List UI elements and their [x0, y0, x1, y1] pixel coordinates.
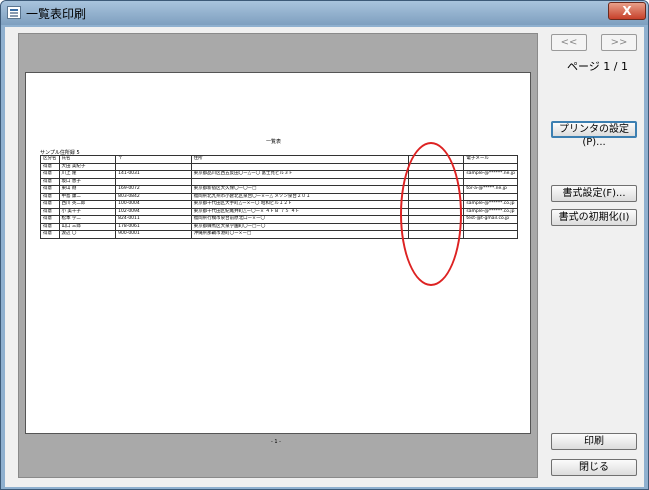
print-button[interactable]: 印刷	[551, 433, 637, 450]
printer-settings-button[interactable]: プリンタの設定(P)...	[551, 121, 637, 148]
table-cell: 東京都新宿区大久保〇ー〇ー□	[190, 185, 409, 194]
header-cell: 区分名	[40, 155, 60, 164]
table-cell: 100-0004	[115, 200, 192, 209]
page-number: - 1 -	[271, 439, 281, 445]
table-cell: sample-@******.ne.jp	[463, 170, 518, 179]
page-indicator: ページ 1 / 1	[567, 60, 628, 73]
table-cell: 渡辺 〇	[58, 230, 117, 239]
table-cell: 福岡県行橋市泉台前原北口ー×ー〇	[190, 215, 409, 224]
header-cell: 〒	[115, 155, 192, 164]
table-cell: 900-0001	[115, 230, 192, 239]
table-cell: sample-@******.co.jp	[463, 200, 518, 209]
table-cell: 得意	[40, 185, 60, 194]
table-cell: 得意	[40, 230, 60, 239]
format-reset-button[interactable]: 書式の初期化(I)	[551, 209, 637, 226]
table-cell	[190, 162, 409, 171]
table-cell: 坂口 恵子	[58, 177, 117, 186]
table-cell	[463, 162, 518, 171]
table-cell: 178-0061	[115, 222, 192, 231]
table-cell: test-@t-gmail.co.jp	[463, 215, 518, 224]
window-title: 一覧表印刷	[26, 7, 87, 21]
table-cell: 102-0094	[115, 207, 192, 216]
table-cell: 得意	[40, 177, 60, 186]
header-cell: 氏名	[58, 155, 117, 164]
table-cell: 得意	[40, 192, 60, 201]
table-cell	[463, 222, 518, 231]
app-icon	[7, 6, 21, 19]
table-cell: 松本 学二	[58, 215, 117, 224]
table-cell: 大田 美紀子	[58, 162, 117, 171]
table-cell	[190, 177, 409, 186]
next-page-button[interactable]: >>	[601, 34, 637, 51]
table-cell: 803-0842	[115, 192, 192, 201]
table-cell: 169-0072	[115, 185, 192, 194]
prev-page-button[interactable]: <<	[551, 34, 587, 51]
table-cell: 東京都練馬区大泉学園町〇ー□ー〇	[190, 222, 409, 231]
table-cell: 得意	[40, 162, 60, 171]
table-cell: 西川 英二郎	[58, 200, 117, 209]
table-cell: 小 美千子	[58, 207, 117, 216]
preview-page: 一覧表 サンプル住所録 5 区分名 氏名 〒 住所 電子メール 得意 大田 美紀…	[25, 72, 531, 445]
table-cell: 141-0031	[115, 170, 192, 179]
header-cell: 住所	[190, 155, 409, 164]
table-cell: 得意	[40, 170, 60, 179]
table-cell: 沖縄県那覇市港町〇ー×ー□	[190, 230, 409, 239]
table-cell	[463, 192, 518, 201]
format-settings-button[interactable]: 書式設定(F)...	[551, 185, 637, 202]
table-cell: 東京都千代田区大手町△ー×ー〇 昭和ビル１２Ｆ	[190, 200, 409, 209]
table-cell	[463, 230, 518, 239]
table-cell: 川上 隆	[58, 170, 117, 179]
table-cell	[115, 177, 192, 186]
table-cell: 中島 康二	[58, 192, 117, 201]
document-title: 一覧表	[266, 139, 282, 145]
table-cell: 824-0011	[115, 215, 192, 224]
print-preview-window: 一覧表印刷 X 一覧表 サンプル住所録 5 区分名 氏名 〒 住所 電子メール	[0, 0, 649, 490]
header-cell: 電子メール	[463, 155, 518, 164]
close-button[interactable]: 閉じる	[551, 459, 637, 476]
table-cell: 得意	[40, 222, 60, 231]
table-cell	[463, 177, 518, 186]
table-cell: 東京都千代田区紀尾井町△ー〇ー× ４ＦＢ ７５ ４Ｆ	[190, 207, 409, 216]
table-cell: 得意	[40, 207, 60, 216]
dialog-client-area: 一覧表 サンプル住所録 5 区分名 氏名 〒 住所 電子メール 得意 大田 美紀…	[5, 27, 644, 487]
preview-area: 一覧表 サンプル住所録 5 区分名 氏名 〒 住所 電子メール 得意 大田 美紀…	[18, 33, 538, 478]
title-bar: 一覧表印刷 X	[1, 1, 648, 25]
table-cell: sample-@******.co.jp	[463, 207, 518, 216]
table-cell: 東山 剛	[58, 185, 117, 194]
table-cell	[115, 162, 192, 171]
table-cell: 得意	[40, 200, 60, 209]
table-cell: 福岡県北九州市小倉北区泉台〇ー×ー△ メゾン泉台２０１	[190, 192, 409, 201]
table-cell: 得意	[40, 215, 60, 224]
table-cell: 山口 三郎	[58, 222, 117, 231]
red-highlight-ellipse	[400, 142, 462, 286]
table-cell: tor-a-@*****.ne.jp	[463, 185, 518, 194]
table-cell: 東京都品川区西五反田〇ー△ー〇 富士見ビル３Ｆ	[190, 170, 409, 179]
close-window-button[interactable]: X	[608, 2, 646, 20]
